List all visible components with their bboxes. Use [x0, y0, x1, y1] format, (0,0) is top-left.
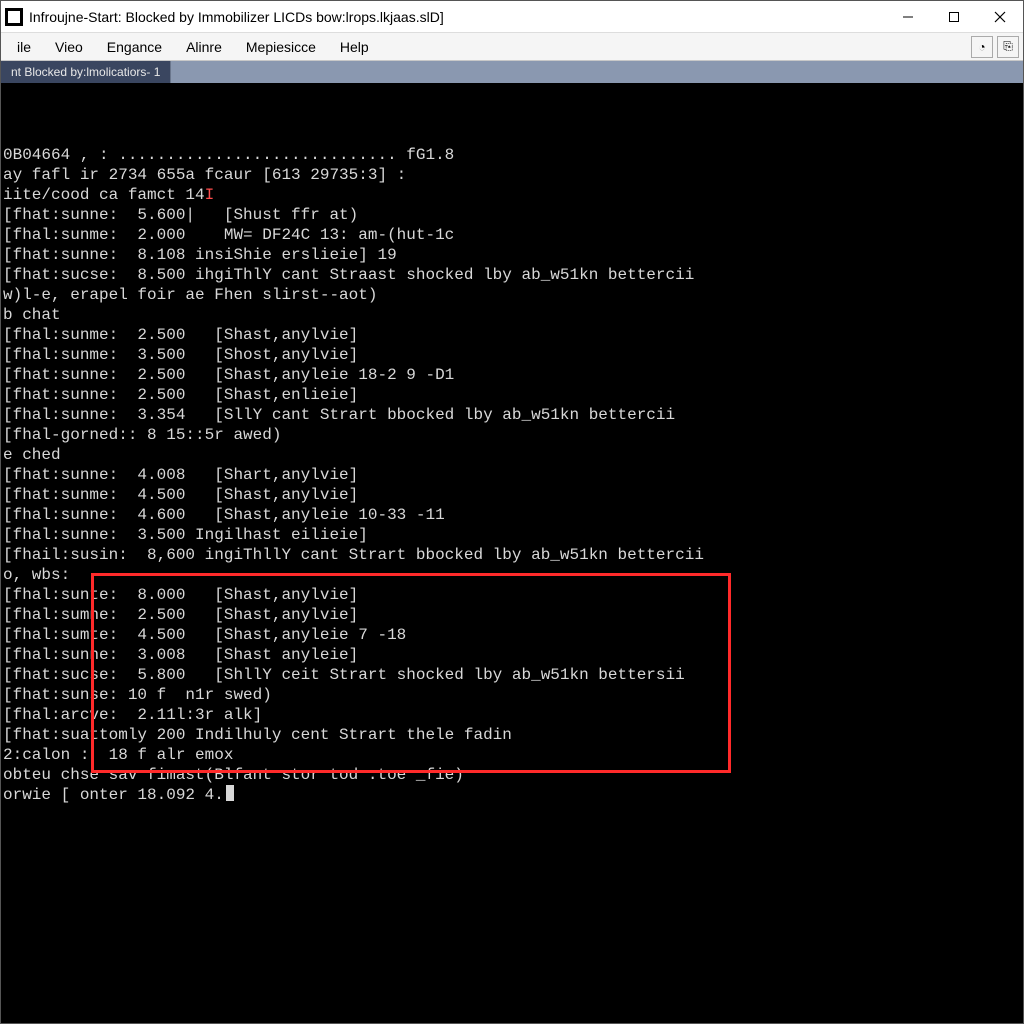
minimize-button[interactable]: [885, 1, 931, 33]
tabstrip: nt Blocked by:lmolicatiors- 1: [1, 61, 1023, 83]
terminal-line: [fhat:sucse: 8.500 ihgiThlY cant Straast…: [3, 265, 1015, 285]
terminal-line: [fhat:sunse: 10 f n1r swed): [3, 685, 1015, 705]
menu-alinre[interactable]: Alinre: [174, 37, 234, 57]
terminal-line: b chat: [3, 305, 1015, 325]
terminal-line: [fhal:sunme: 2.000 MW= DF24C 13: am-(hut…: [3, 225, 1015, 245]
toolbar-icon-1[interactable]: ◔: [971, 36, 993, 58]
close-icon: [994, 11, 1006, 23]
terminal-line: [fhat:sunme: 4.500 [Shast,anylvie]: [3, 485, 1015, 505]
menu-help[interactable]: Help: [328, 37, 381, 57]
terminal-line: [fhal:sunne: 3.008 [Shast anyleie]: [3, 645, 1015, 665]
menubar: ile Vieo Engance Alinre Mepiesicce Help …: [1, 33, 1023, 61]
terminal-line: [fhat:sunne: 2.500 [Shast,anyleie 18-2 9…: [3, 365, 1015, 385]
close-button[interactable]: [977, 1, 1023, 33]
terminal-line: [fhal:sunne: 3.500 Ingilhast eilieie]: [3, 525, 1015, 545]
terminal-line: [fhat:sunne: 5.600| [Shust ffr at): [3, 205, 1015, 225]
app-window: Infroujne-Start: Blocked by Immobilizer …: [0, 0, 1024, 1024]
menu-file[interactable]: ile: [5, 37, 43, 57]
maximize-icon: [948, 11, 960, 23]
terminal-line: [fhal:sunte: 8.000 [Shast,anylvie]: [3, 585, 1015, 605]
terminal-line: ay fafl ir 2734 655a fcaur [613 29735:3]…: [3, 165, 1015, 185]
titlebar: Infroujne-Start: Blocked by Immobilizer …: [1, 1, 1023, 33]
menu-mepiesicce[interactable]: Mepiesicce: [234, 37, 328, 57]
terminal-line: [fhal:sumne: 2.500 [Shast,anylvie]: [3, 605, 1015, 625]
terminal-output[interactable]: 0B04664 , : ............................…: [1, 83, 1023, 1023]
toolbar-icon-2[interactable]: ⎘: [997, 36, 1019, 58]
terminal-line: [fhal:sunme: 2.500 [Shast,anylvie]: [3, 325, 1015, 345]
terminal-line: [fhat:sunne: 4.008 [Shart,anylvie]: [3, 465, 1015, 485]
red-marker: I: [205, 186, 215, 204]
terminal-line: [fhat:sunne: 2.500 [Shast,enlieie]: [3, 385, 1015, 405]
terminal-line: 2:calon : 18 f alr emox: [3, 745, 1015, 765]
terminal-line: e ched: [3, 445, 1015, 465]
terminal-line: obteu chse sav fimast(Blfant stor tod .t…: [3, 765, 1015, 785]
minimize-icon: [902, 11, 914, 23]
terminal-line: [fhal:arcve: 2.11l:3r alk]: [3, 705, 1015, 725]
terminal-line: iite/cood ca famct 14I: [3, 185, 1015, 205]
terminal-line: [fhat:sunne: 8.108 insiShie erslieie] 19: [3, 245, 1015, 265]
terminal-line: o, wbs:: [3, 565, 1015, 585]
terminal-line: [fhal:sunne: 4.600 [Shast,anyleie 10-33 …: [3, 505, 1015, 525]
app-icon: [5, 8, 23, 26]
terminal-line: 0B04664 , : ............................…: [3, 145, 1015, 165]
cursor-icon: [226, 785, 234, 801]
tab-label: nt Blocked by:lmolicatiors- 1: [11, 65, 160, 79]
menu-view[interactable]: Vieo: [43, 37, 95, 57]
terminal-line: [fhal:sunne: 3.354 [SllY cant Strart bbo…: [3, 405, 1015, 425]
terminal-line: [fhal-gorned:: 8 15::5r awed): [3, 425, 1015, 445]
terminal-line: w)l-e, erapel foir ae Fhen slirst--aot): [3, 285, 1015, 305]
terminal-line: [fhail:susin: 8,600 ingiThllY cant Strar…: [3, 545, 1015, 565]
terminal-line: [fhal:sumte: 4.500 [Shast,anyleie 7 -18: [3, 625, 1015, 645]
terminal-line: [fhal:sunme: 3.500 [Shost,anylvie]: [3, 345, 1015, 365]
terminal-line: [fhat:suattomly 200 Indilhuly cent Strar…: [3, 725, 1015, 745]
window-controls: [885, 1, 1023, 33]
maximize-button[interactable]: [931, 1, 977, 33]
terminal-line: orwie [ onter 18.092 4.: [3, 785, 1015, 805]
window-title: Infroujne-Start: Blocked by Immobilizer …: [29, 9, 885, 25]
tab-active[interactable]: nt Blocked by:lmolicatiors- 1: [1, 61, 171, 83]
menu-engance[interactable]: Engance: [95, 37, 174, 57]
terminal-line: [fhat:sucse: 5.800 [ShllY ceit Strart sh…: [3, 665, 1015, 685]
